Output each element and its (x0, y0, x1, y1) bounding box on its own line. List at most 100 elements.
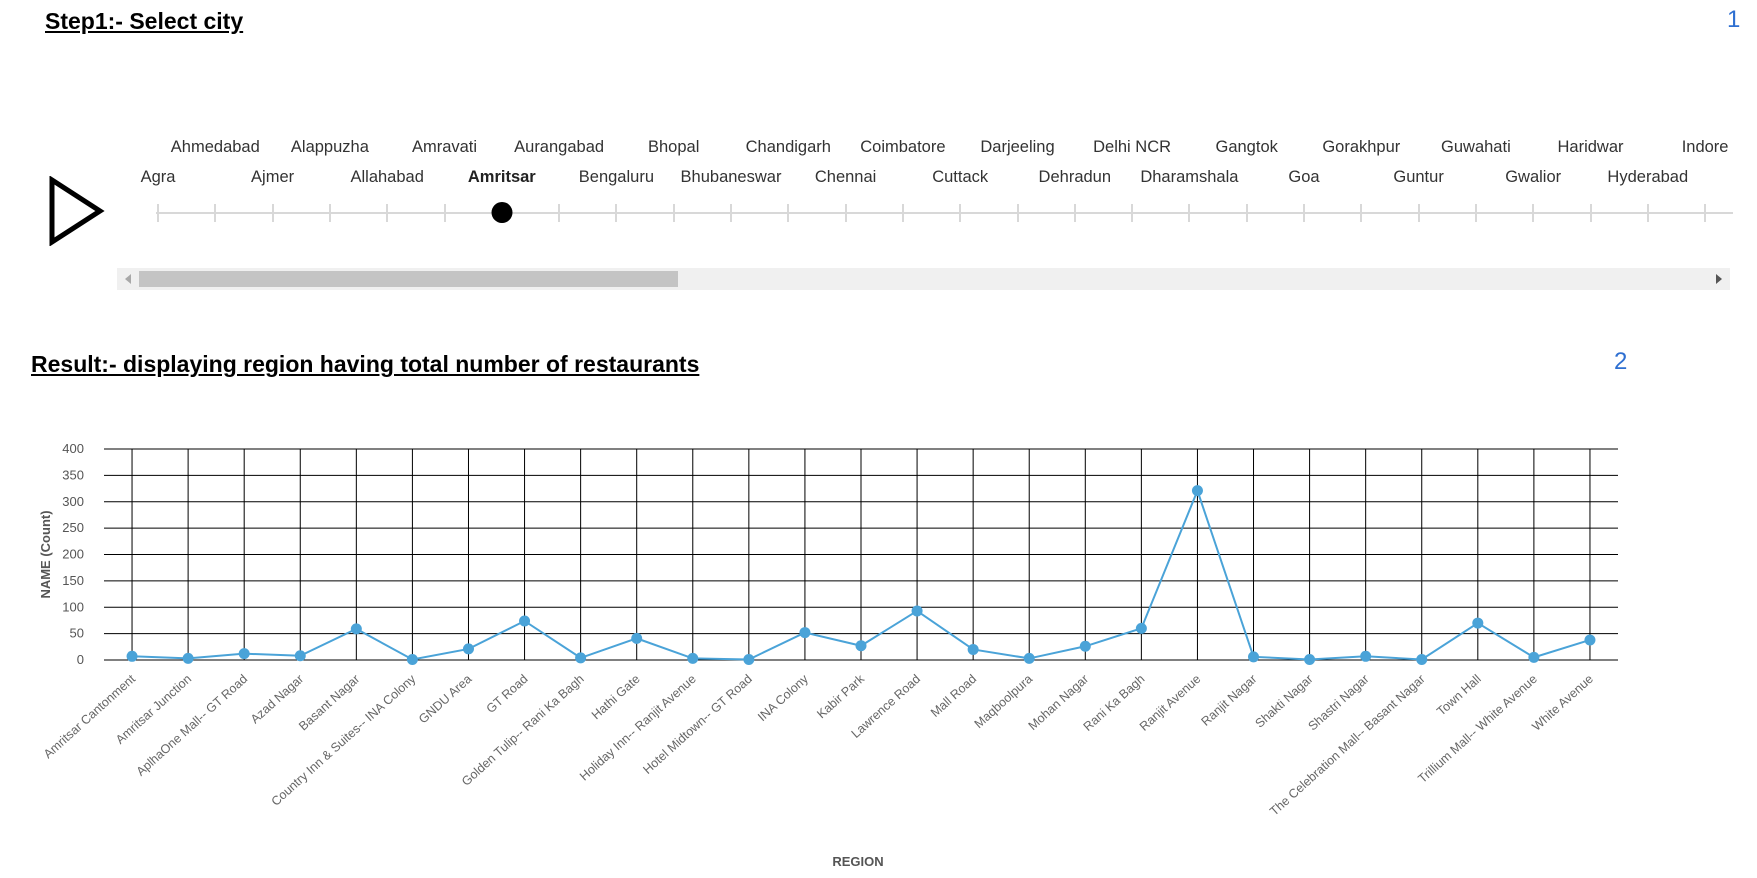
city-option[interactable]: Delhi NCR (1093, 138, 1171, 157)
city-option[interactable]: Amritsar (468, 168, 536, 187)
slider-tick[interactable] (615, 204, 618, 222)
city-option[interactable]: Gangtok (1216, 138, 1278, 157)
data-point (743, 653, 755, 665)
city-option[interactable]: Gorakhpur (1322, 138, 1400, 157)
x-tick-label: Hotel Midtown-- GT Road (640, 672, 755, 777)
city-option[interactable]: Gwalior (1505, 168, 1561, 187)
slider-tick[interactable] (386, 204, 389, 222)
horizontal-scrollbar[interactable] (117, 268, 1730, 290)
city-option[interactable]: Indore (1682, 138, 1729, 157)
x-tick-label: Azad Nagar (248, 672, 306, 727)
city-option[interactable]: Dharamshala (1140, 168, 1238, 187)
city-option[interactable]: Agra (141, 168, 176, 187)
scroll-left-icon[interactable] (125, 274, 131, 284)
city-option[interactable]: Haridwar (1557, 138, 1623, 157)
data-point (687, 652, 699, 664)
scroll-right-icon[interactable] (1716, 274, 1722, 284)
slider-tick[interactable] (1188, 204, 1191, 222)
city-option[interactable]: Bhopal (648, 138, 699, 157)
data-point (1135, 622, 1147, 634)
city-option[interactable]: Dehradun (1039, 168, 1111, 187)
slider-tick[interactable] (271, 204, 274, 222)
data-point (1079, 640, 1091, 652)
data-point (350, 623, 362, 635)
city-option[interactable]: Guwahati (1441, 138, 1511, 157)
result-title: Result:- displaying region having total … (31, 351, 700, 377)
city-option[interactable]: Alappuzha (291, 138, 369, 157)
data-point (1416, 653, 1428, 665)
data-point (911, 605, 923, 617)
data-point (406, 653, 418, 665)
city-option[interactable]: Darjeeling (980, 138, 1054, 157)
slider-tick[interactable] (1532, 204, 1535, 222)
city-option[interactable]: Guntur (1393, 168, 1443, 187)
slider-tick[interactable] (1131, 204, 1134, 222)
slider-tick[interactable] (1474, 204, 1477, 222)
slider-tick[interactable] (1646, 204, 1649, 222)
city-option[interactable]: Cuttack (932, 168, 988, 187)
step-title: Step1:- Select city (45, 8, 244, 34)
x-tick-label: Town Hall (1434, 672, 1484, 719)
data-point (1360, 650, 1372, 662)
slider-tick[interactable] (214, 204, 217, 222)
slider-handle[interactable] (491, 202, 513, 223)
slider-tick[interactable] (157, 204, 159, 222)
scrollbar-thumb[interactable] (139, 271, 678, 287)
line-chart: 0 50 100 150 200 250 300 350 400 Amritsar Cantonm… (38, 441, 1618, 869)
data-point (1472, 617, 1484, 629)
slider-tick[interactable] (844, 204, 847, 222)
data-point (519, 615, 531, 627)
city-option[interactable]: Chennai (815, 168, 876, 187)
city-option[interactable]: Bhubaneswar (681, 168, 782, 187)
slider-tick[interactable] (1303, 204, 1305, 222)
data-point (575, 652, 587, 664)
slider-tick[interactable] (901, 204, 904, 222)
x-tick-label: Golden Tulip-- Rani Ka Bagh (459, 672, 587, 789)
step-number: 1 (1727, 6, 1741, 33)
city-option[interactable]: Chandigarh (746, 138, 831, 157)
x-tick-label: Ranjit Avenue (1137, 672, 1204, 734)
slider-track[interactable] (156, 212, 1733, 214)
city-option[interactable]: Hyderabad (1607, 168, 1688, 187)
city-option[interactable]: Allahabad (350, 168, 423, 187)
x-tick-label: Amritsar Cantonment (41, 671, 139, 761)
y-axis-label: NAME (Count) (38, 510, 53, 598)
data-point (967, 643, 979, 655)
slider-tick[interactable] (1016, 204, 1019, 222)
y-tick-label: 0 (77, 652, 84, 667)
data-point (1248, 651, 1260, 663)
city-option[interactable]: Amravati (412, 138, 477, 157)
y-tick-label: 250 (62, 520, 84, 535)
data-point (799, 627, 811, 639)
slider-tick[interactable] (787, 204, 790, 222)
city-option[interactable]: Aurangabad (514, 138, 604, 157)
slider-tick[interactable] (1704, 204, 1707, 222)
x-tick-label: AplhaOne Mall-- GT Road (134, 672, 251, 779)
x-tick-label: GT Road (484, 672, 531, 716)
y-tick-label: 350 (62, 467, 84, 482)
slider-tick[interactable] (1589, 204, 1592, 222)
slider-tick[interactable] (959, 204, 962, 222)
city-option[interactable]: Ahmedabad (171, 138, 260, 157)
slider-tick[interactable] (443, 204, 446, 222)
data-point (1528, 651, 1540, 663)
data-point (182, 652, 194, 664)
y-tick-label: 100 (62, 599, 84, 614)
play-icon[interactable] (48, 176, 106, 246)
slider-tick[interactable] (730, 204, 732, 222)
slider-tick[interactable] (672, 204, 675, 222)
slider-tick[interactable] (1360, 204, 1363, 222)
city-option[interactable]: Ajmer (251, 168, 294, 187)
data-point (855, 640, 867, 652)
slider-tick[interactable] (1073, 204, 1076, 222)
slider-tick[interactable] (1245, 204, 1248, 222)
result-number: 2 (1614, 348, 1628, 375)
slider-tick[interactable] (1417, 204, 1420, 222)
city-option[interactable]: Coimbatore (860, 138, 945, 157)
city-option[interactable]: Bengaluru (579, 168, 654, 187)
city-slider[interactable]: Agra Ahmedabad Ajmer Alappuzha Allahabad Amra… (118, 130, 1733, 250)
slider-tick[interactable] (558, 204, 561, 222)
slider-tick[interactable] (328, 204, 331, 222)
city-option[interactable]: Goa (1288, 168, 1319, 187)
data-point (462, 643, 474, 655)
